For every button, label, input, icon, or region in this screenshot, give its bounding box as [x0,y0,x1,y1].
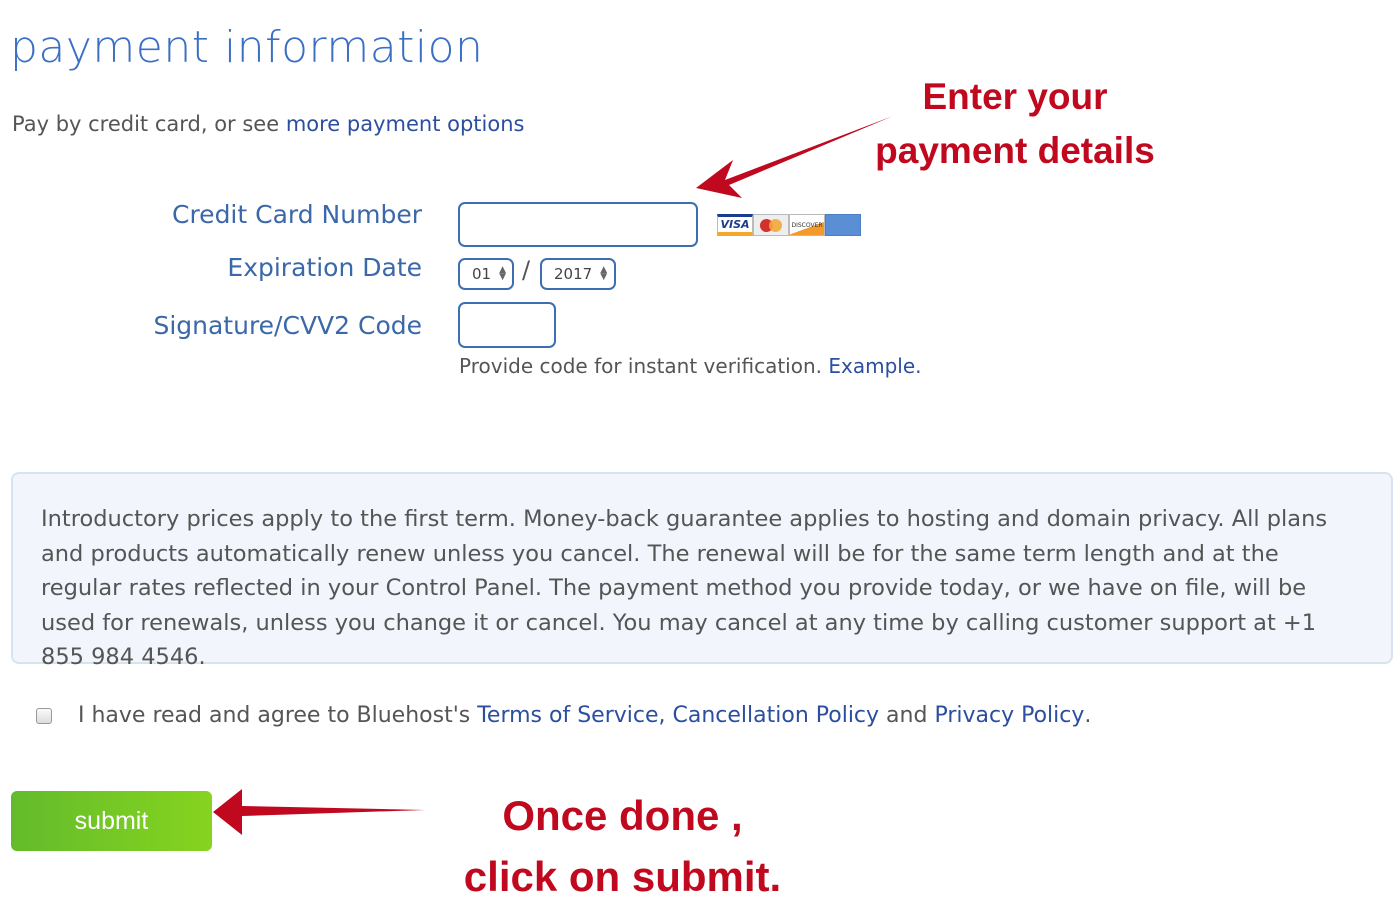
annotation-line: payment details [875,130,1155,171]
annotation-arrows [213,116,893,835]
annotation-line: click on submit. [463,853,782,900]
arrow-to-submit-icon [213,789,425,835]
annotation-line: Enter your [922,76,1108,117]
annotation-enter-details: Enter your payment details [850,70,1180,178]
annotation-click-submit: Once done , click on submit. [430,785,815,907]
annotation-line: Once done , [502,792,743,839]
